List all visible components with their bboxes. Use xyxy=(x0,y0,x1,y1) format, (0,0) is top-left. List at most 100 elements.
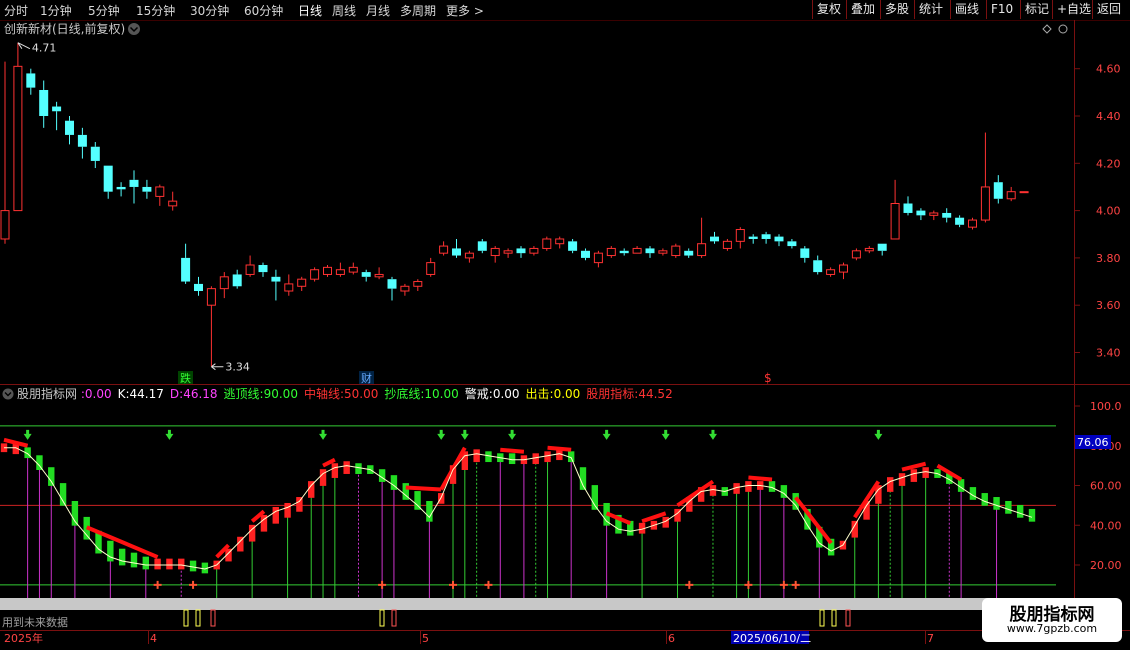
candle-body xyxy=(581,250,590,258)
trend-segment xyxy=(547,445,572,452)
diamond-icon[interactable] xyxy=(1042,24,1052,34)
marker-die[interactable]: 跌 xyxy=(180,371,191,385)
kd-bar xyxy=(296,497,303,512)
high-arrow-icon xyxy=(17,42,31,50)
candle-body xyxy=(864,247,874,252)
tab-5min[interactable]: 5分钟 xyxy=(88,2,120,19)
sell-arrow-icon xyxy=(508,429,517,440)
tab-monthly[interactable]: 月线 xyxy=(366,2,390,19)
candle-body xyxy=(826,269,836,275)
candle-body xyxy=(529,247,539,254)
candle-body xyxy=(684,250,694,256)
kd-bar xyxy=(898,473,906,486)
candle-body xyxy=(490,247,500,257)
date-highlight: 2025/06/10/二 xyxy=(733,632,811,645)
time-label-4: 4 xyxy=(150,632,157,645)
candle-body xyxy=(787,241,797,247)
indicator-kd-bars xyxy=(0,443,1036,574)
multi-stock-button[interactable]: 多股 xyxy=(880,0,913,19)
draw-line-button[interactable]: 画线 xyxy=(950,0,983,19)
tab-1min[interactable]: 1分钟 xyxy=(40,2,72,19)
candle-body xyxy=(774,236,784,242)
candle-body xyxy=(387,279,397,289)
add-watchlist-button[interactable]: +自选 xyxy=(1052,0,1095,19)
tab-15min[interactable]: 15分钟 xyxy=(136,2,175,19)
sell-arrow-icon xyxy=(319,429,328,440)
tab-more-label: 更多 xyxy=(446,4,471,18)
sell-arrow-icon xyxy=(437,429,446,440)
kd-bar xyxy=(1028,508,1036,522)
sell-arrow-icon xyxy=(602,429,611,440)
title-dropdown-icon[interactable] xyxy=(128,23,140,35)
overlay-button[interactable]: 叠加 xyxy=(846,0,879,19)
marker-dollar[interactable]: $ xyxy=(764,371,772,385)
candle-body xyxy=(90,146,100,161)
candle-body xyxy=(697,243,707,257)
kd-bar xyxy=(36,455,43,470)
candle-body xyxy=(735,229,745,242)
f10-button[interactable]: F10 xyxy=(986,0,1017,19)
indicator-param-label: 逃顶线: xyxy=(224,387,264,401)
marker-cai[interactable]: 财 xyxy=(361,371,372,385)
candle-body xyxy=(39,89,49,116)
indicator-signal-lines xyxy=(27,453,998,605)
candle-body xyxy=(426,262,436,275)
watermark-logo: 股朋指标网 www.7gpzb.com xyxy=(982,598,1122,642)
trend-segment xyxy=(405,485,442,492)
tab-weekly[interactable]: 周线 xyxy=(332,2,356,19)
future-data-note: 用到未来数据 xyxy=(2,615,68,629)
kd-bar xyxy=(887,477,894,492)
chart-frame xyxy=(0,20,1130,631)
tab-more[interactable]: 更多 > xyxy=(446,2,484,19)
candle-body xyxy=(968,219,977,228)
indicator-name: 股朋指标网 xyxy=(17,386,77,401)
period-toolbar: 分时 1分钟 5分钟 15分钟 30分钟 60分钟 日线 周线 月线 多周期 更… xyxy=(0,0,1130,21)
time-label-2025: 2025年 xyxy=(4,631,43,645)
kd-bar xyxy=(331,463,339,478)
low-arrow-icon xyxy=(211,363,224,371)
future-tick xyxy=(845,609,851,627)
sell-arrow-icon xyxy=(708,429,717,440)
tab-multi-period[interactable]: 多周期 xyxy=(400,2,436,19)
candle-body xyxy=(452,248,461,256)
kd-bar xyxy=(426,501,433,522)
k-line-path xyxy=(4,447,1033,570)
candle-body xyxy=(464,252,474,259)
indicator-dropdown-icon[interactable] xyxy=(2,388,14,400)
fuquan-button[interactable]: 复权 xyxy=(812,0,845,19)
tab-30min[interactable]: 30分钟 xyxy=(190,2,229,19)
candle-body xyxy=(297,278,307,287)
indicator-param-value: 10.00 xyxy=(424,387,458,401)
time-label-5: 5 xyxy=(422,632,429,645)
candle-body xyxy=(0,210,10,240)
indicator-param-label: 中轴线: xyxy=(304,386,344,401)
candle-body xyxy=(142,186,152,192)
kd-bar xyxy=(319,469,327,486)
candle-body xyxy=(13,65,23,212)
tab-fenshi[interactable]: 分时 xyxy=(4,2,28,19)
candle-body xyxy=(258,264,268,273)
candle-body xyxy=(271,276,281,282)
future-data-ticks xyxy=(183,609,851,627)
price-tick-label: 4.20 xyxy=(1096,157,1121,170)
mark-button[interactable]: 标记 xyxy=(1020,0,1053,19)
candle-body xyxy=(645,248,655,254)
kd-bar xyxy=(48,467,55,486)
indicator-param-label: K: xyxy=(118,387,130,401)
chevron-right-icon: > xyxy=(473,4,484,18)
kd-bar xyxy=(544,451,551,463)
indicator-sell-arrows xyxy=(23,429,883,440)
kd-bar xyxy=(532,453,539,465)
candle-body xyxy=(1006,191,1016,200)
tab-60min[interactable]: 60分钟 xyxy=(244,2,283,19)
indicator-param-label: 出击: xyxy=(526,387,554,401)
kline-chart[interactable]: 创新新材(日线,前复权) 4.60 4.40 4.20 4.00 3.80 3.60 3.4… xyxy=(0,20,1130,650)
trend-segment xyxy=(676,479,715,508)
back-button[interactable]: 返回 xyxy=(1092,0,1125,19)
candle-body xyxy=(516,248,526,254)
circle-icon[interactable] xyxy=(1058,24,1068,34)
indicator-param-value: 0.00 xyxy=(493,387,520,401)
candle-body xyxy=(593,252,603,264)
tab-daily[interactable]: 日线 xyxy=(298,2,322,19)
stats-button[interactable]: 统计 xyxy=(914,0,947,19)
